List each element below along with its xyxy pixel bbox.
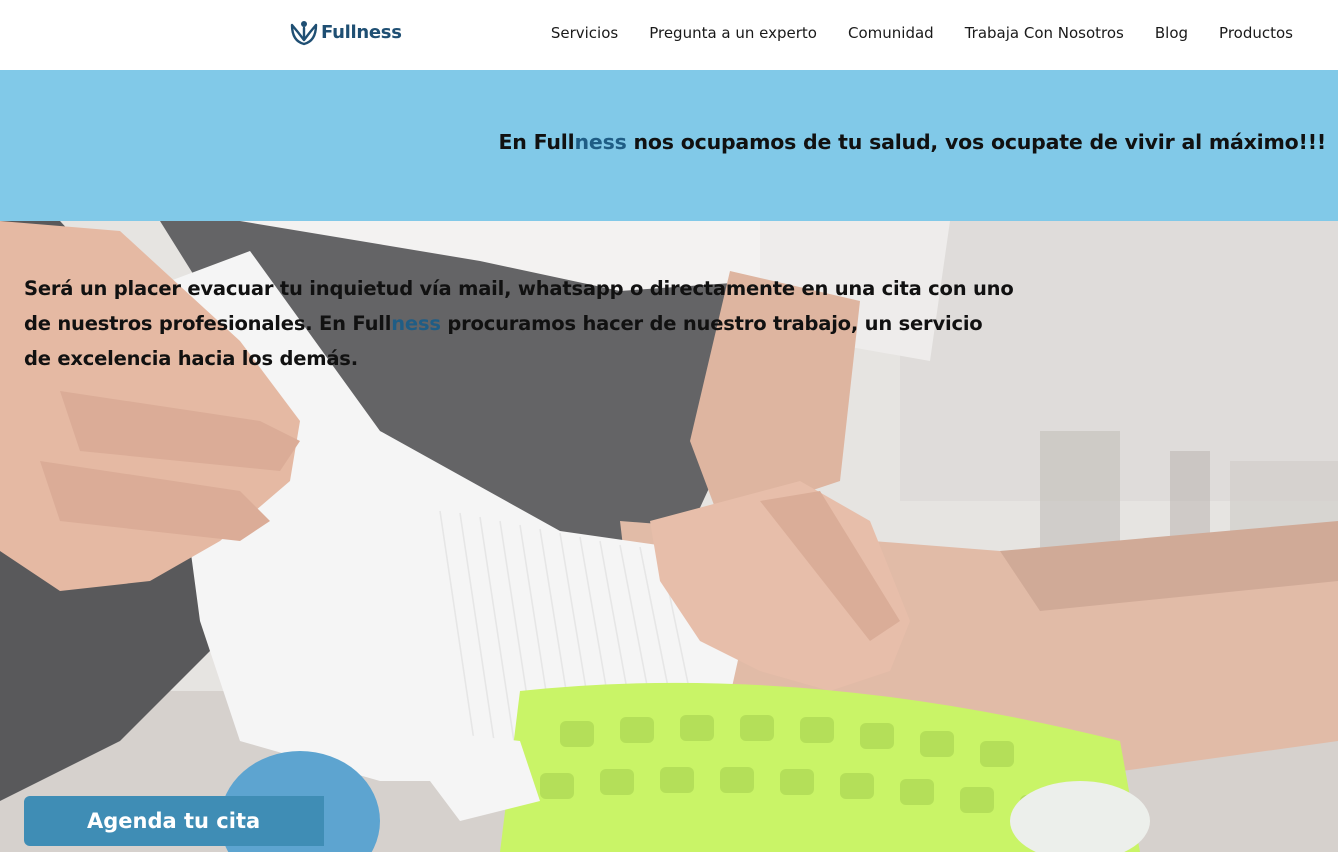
- navbar: Fullness Servicios Pregunta a un experto…: [0, 0, 1338, 70]
- tagline-suffix: nos ocupamos de tu salud, vos ocupate de…: [626, 130, 1327, 154]
- nav-item-productos[interactable]: Productos: [1219, 22, 1293, 44]
- tagline-prefix: En: [498, 130, 534, 154]
- nav-item-blog[interactable]: Blog: [1155, 22, 1188, 44]
- leaf-logo-icon: [290, 21, 318, 46]
- main-nav: Servicios Pregunta a un experto Comunida…: [551, 22, 1293, 44]
- agenda-cita-button[interactable]: Agenda tu cita: [24, 796, 324, 846]
- tagline-brand-ness: ness: [574, 130, 627, 154]
- tagline-band: En Fullness nos ocupamos de tu salud, vo…: [0, 70, 1338, 221]
- hero-brand-ness: ness: [391, 312, 441, 335]
- tagline: En Fullness nos ocupamos de tu salud, vo…: [498, 130, 1326, 154]
- hero-brand-full: Full: [352, 312, 392, 335]
- brand-name: Fullness: [321, 21, 402, 43]
- hero-section: Será un placer evacuar tu inquietud vía …: [0, 221, 1338, 852]
- brand-logo[interactable]: Fullness: [289, 18, 402, 46]
- nav-item-comunidad[interactable]: Comunidad: [848, 22, 934, 44]
- nav-item-trabaja-con-nosotros[interactable]: Trabaja Con Nosotros: [965, 22, 1124, 44]
- hero-text: Será un placer evacuar tu inquietud vía …: [24, 271, 1014, 376]
- tagline-brand-full: Full: [533, 130, 575, 154]
- nav-item-pregunta-experto[interactable]: Pregunta a un experto: [649, 22, 817, 44]
- nav-item-servicios[interactable]: Servicios: [551, 22, 618, 44]
